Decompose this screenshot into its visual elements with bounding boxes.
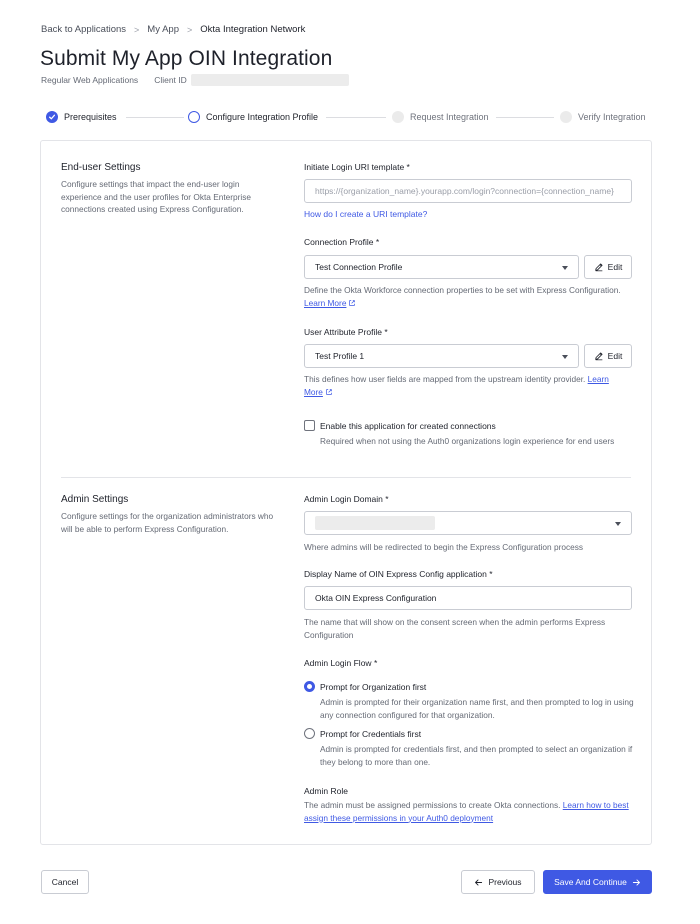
caret-down-icon: [562, 355, 568, 359]
step-connector: [126, 117, 184, 118]
pending-step-icon: [560, 111, 572, 123]
step-connector: [326, 117, 386, 118]
login-uri-input[interactable]: [304, 179, 632, 203]
enable-application-checkbox[interactable]: [304, 420, 315, 431]
prompt-credentials-first-label[interactable]: Prompt for Credentials first: [320, 729, 421, 739]
breadcrumb-separator-icon: >: [186, 24, 193, 35]
app-type: Regular Web Applications: [41, 75, 139, 85]
prompt-organization-first-radio[interactable]: [304, 681, 315, 692]
page-title: Submit My App OIN Integration: [40, 47, 333, 70]
progress-stepper: Prerequisites Configure Integration Prof…: [46, 111, 650, 125]
external-link-icon: [349, 299, 356, 306]
step-prerequisites[interactable]: Prerequisites: [46, 111, 117, 123]
connection-profile-value: Test Connection Profile: [315, 262, 403, 272]
connection-profile-label: Connection Profile *: [304, 237, 380, 247]
pencil-icon: [594, 263, 603, 272]
breadcrumb-my-app[interactable]: My App: [147, 24, 179, 35]
arrow-left-icon: [475, 879, 483, 885]
pencil-icon: [594, 352, 603, 361]
end-user-settings-title: End-user Settings: [61, 162, 141, 173]
breadcrumb: Back to Applications > My App > Okta Int…: [41, 24, 305, 35]
step-configure-integration-profile[interactable]: Configure Integration Profile: [188, 111, 318, 123]
caret-down-icon: [615, 522, 621, 526]
connection-profile-help: Define the Okta Workforce connection pro…: [304, 285, 621, 308]
admin-login-domain-help: Where admins will be redirected to begin…: [304, 542, 584, 552]
admin-login-domain-select[interactable]: [304, 511, 632, 535]
step-label: Prerequisites: [64, 112, 117, 122]
caret-down-icon: [562, 266, 568, 270]
section-divider: [61, 477, 631, 478]
breadcrumb-separator-icon: >: [134, 24, 140, 35]
previous-button[interactable]: Previous: [461, 870, 535, 894]
step-label: Request Integration: [410, 112, 489, 122]
edit-user-attribute-profile-button[interactable]: Edit: [584, 344, 632, 368]
uri-template-help-link[interactable]: How do I create a URI template?: [304, 209, 427, 219]
external-link-icon: [326, 388, 332, 395]
prompt-organization-first-description: Admin is prompted for their organization…: [320, 697, 634, 720]
integration-settings-card: End-user Settings Configure settings tha…: [40, 140, 652, 845]
admin-role-title: Admin Role: [304, 786, 348, 796]
enable-application-help: Required when not using the Auth0 organi…: [320, 436, 615, 446]
edit-connection-profile-button[interactable]: Edit: [584, 255, 632, 279]
prompt-credentials-first-radio[interactable]: [304, 728, 315, 739]
login-uri-label: Initiate Login URI template *: [304, 162, 410, 172]
user-attribute-profile-label: User Attribute Profile *: [304, 327, 388, 337]
step-request-integration: Request Integration: [392, 111, 489, 123]
admin-role-text: The admin must be assigned permissions t…: [304, 800, 629, 823]
end-user-settings-description: Configure settings that impact the end-u…: [61, 179, 252, 214]
prompt-credentials-first-description: Admin is prompted for credentials first,…: [320, 744, 633, 767]
connection-profile-learn-more-link[interactable]: Learn More: [304, 298, 346, 308]
step-verify-integration: Verify Integration: [560, 111, 646, 123]
display-name-label: Display Name of OIN Express Config appli…: [304, 569, 493, 579]
client-id-label: Client ID: [154, 75, 187, 85]
display-name-input[interactable]: [304, 586, 632, 610]
prompt-organization-first-label[interactable]: Prompt for Organization first: [320, 682, 426, 692]
current-step-icon: [188, 111, 200, 123]
check-icon: [46, 111, 58, 123]
connection-profile-select[interactable]: Test Connection Profile: [304, 255, 579, 279]
step-label: Verify Integration: [578, 112, 646, 122]
client-id-value-redacted: [190, 74, 349, 86]
pending-step-icon: [392, 111, 404, 123]
admin-settings-title: Admin Settings: [61, 494, 129, 505]
user-attribute-profile-value: Test Profile 1: [315, 351, 365, 361]
admin-settings-description: Configure settings for the organization …: [61, 511, 274, 534]
user-attribute-profile-help: This defines how user fields are mapped …: [304, 374, 609, 397]
breadcrumb-current-page: Okta Integration Network: [200, 24, 306, 35]
cancel-button[interactable]: Cancel: [41, 870, 89, 894]
admin-login-domain-label: Admin Login Domain *: [304, 494, 389, 504]
enable-application-label: Enable this application for created conn…: [320, 421, 496, 431]
admin-login-flow-label: Admin Login Flow *: [304, 658, 378, 668]
save-and-continue-button[interactable]: Save And Continue: [543, 870, 652, 894]
arrow-right-icon: [632, 879, 640, 885]
app-subline: Regular Web Applications Client ID: [41, 74, 349, 86]
admin-login-domain-value-redacted: [315, 516, 435, 530]
step-connector: [496, 117, 554, 118]
display-name-help: The name that will show on the consent s…: [304, 617, 606, 640]
breadcrumb-back-to-applications[interactable]: Back to Applications: [41, 24, 126, 35]
step-label: Configure Integration Profile: [206, 112, 319, 122]
user-attribute-profile-select[interactable]: Test Profile 1: [304, 344, 579, 368]
